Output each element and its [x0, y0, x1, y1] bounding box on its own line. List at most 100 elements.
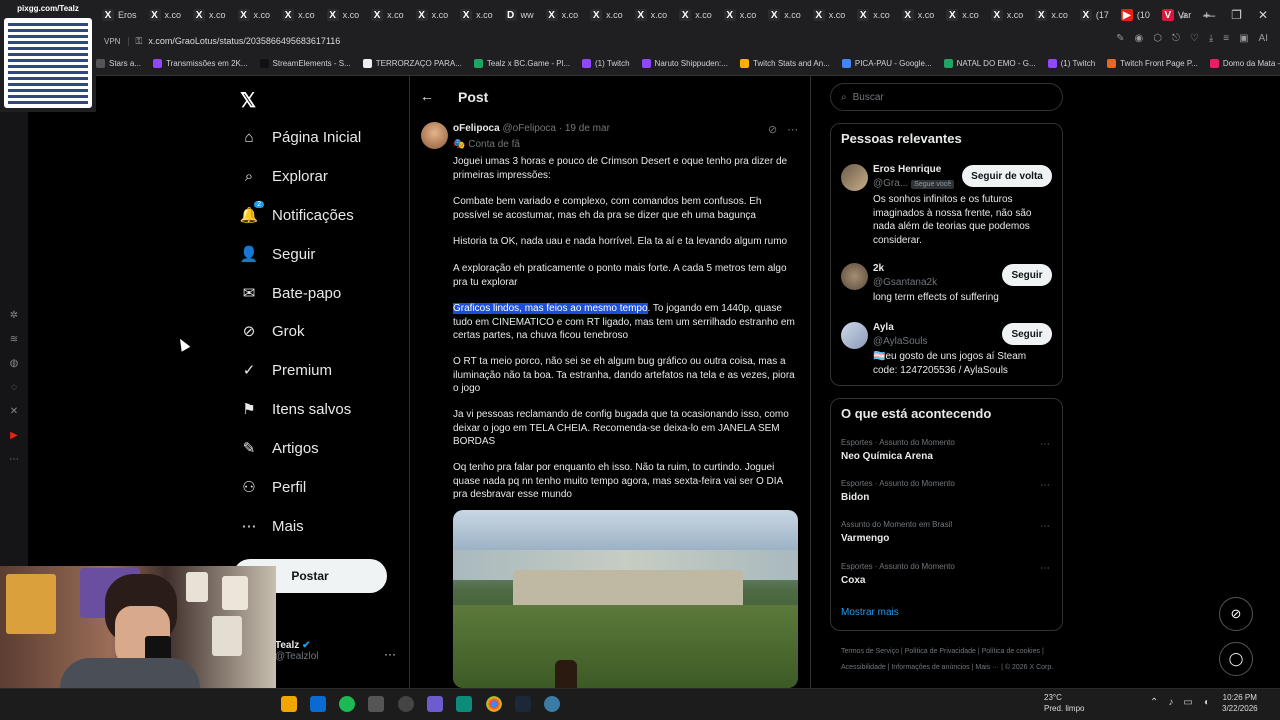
person-avatar[interactable]	[841, 322, 868, 349]
bookmark-item[interactable]: (1) Twitch	[1047, 59, 1095, 68]
bookmark-item[interactable]: PICA-PAU - Google...	[841, 59, 932, 68]
post-image[interactable]	[453, 510, 798, 688]
browser-tab[interactable]: Xx.co	[365, 3, 410, 27]
app3-icon[interactable]	[544, 696, 560, 712]
x-logo-icon[interactable]: 𝕏	[240, 88, 256, 113]
author-name[interactable]: oFelipoca	[453, 123, 500, 134]
bookmark-item[interactable]: NATAL DO EMO - G...	[943, 59, 1036, 68]
trend-name[interactable]: Coxa	[841, 575, 865, 586]
browser-tab[interactable]: Xx.co	[762, 3, 807, 27]
share-icon[interactable]: ⎋	[1172, 33, 1180, 44]
browser-tab[interactable]: Xx.co	[629, 3, 674, 27]
edit-icon[interactable]: ✎	[1116, 33, 1124, 44]
bookmark-item[interactable]: Twitch Front Page P...	[1107, 59, 1198, 68]
nav-item-mais[interactable]: ⋯ Mais	[240, 517, 304, 536]
browser-tab[interactable]: Xx.co	[718, 3, 763, 27]
trend-more-icon[interactable]: ⋯	[1040, 521, 1050, 532]
post-more-icon[interactable]: ⋯	[787, 123, 798, 136]
nav-item-explorar[interactable]: ⌕ Explorar	[240, 167, 328, 185]
trend-more-icon[interactable]: ⋯	[1040, 439, 1050, 450]
footer-link[interactable]: Política de Privacidade	[905, 648, 976, 655]
trend-more-icon[interactable]: ⋯	[1040, 563, 1050, 574]
grok-explain-icon[interactable]: ⊘	[768, 123, 777, 136]
close-window-button[interactable]: ✕	[1258, 8, 1268, 22]
bookmark-item[interactable]: Domo da Mata - Ho...	[1209, 59, 1280, 68]
shield-icon[interactable]: ⬡	[1153, 33, 1162, 44]
nav-item-bate-papo[interactable]: ✉ Bate-papo	[240, 284, 342, 303]
obs-icon[interactable]	[398, 696, 414, 712]
layers-icon[interactable]: ≋	[8, 334, 20, 346]
footer-link[interactable]: Política de cookies	[982, 648, 1040, 655]
browser-tab[interactable]: Xx.co	[940, 3, 985, 27]
bookmark-item[interactable]: (1) Twitch	[582, 59, 630, 68]
outlook-icon[interactable]	[310, 696, 326, 712]
mic-icon[interactable]: ♪	[1168, 697, 1173, 708]
bookmark-item[interactable]: Tealz x BC.Game - Pl...	[473, 59, 570, 68]
steam-icon[interactable]	[515, 696, 531, 712]
messages-fab-button[interactable]: ◯	[1219, 642, 1253, 676]
wallet-icon[interactable]: ▣	[1239, 33, 1248, 44]
browser-tab[interactable]: Dww	[499, 3, 540, 27]
restore-button[interactable]: ❐	[1231, 8, 1242, 22]
nav-item-premium[interactable]: ✓ Premium	[240, 361, 332, 380]
app2-icon[interactable]	[456, 696, 472, 712]
person-avatar[interactable]	[841, 164, 868, 191]
follow-button[interactable]: Seguir	[1002, 323, 1052, 345]
bookmark-item[interactable]: Transmissões em 2K...	[153, 59, 248, 68]
browser-tab[interactable]: Xx.co	[454, 3, 499, 27]
browser-tab[interactable]: Xx.co	[187, 3, 232, 27]
browser-tab[interactable]: Xx.co	[276, 3, 321, 27]
bookmark-item[interactable]: Twitch Stats and An...	[739, 59, 830, 68]
account-switcher[interactable]: Tealz ✔ @Tealzlol	[275, 640, 319, 662]
nav-item-página-inicial[interactable]: ⌂ Página Inicial	[240, 128, 361, 146]
footer-link[interactable]: Mais ···	[975, 664, 999, 671]
browser-tab[interactable]: X Eros	[96, 3, 143, 27]
footer-link[interactable]: Acessibilidade	[841, 664, 886, 671]
footer-link[interactable]: Termos de Serviço	[841, 648, 899, 655]
browser-tab[interactable]: Xx.co	[584, 3, 629, 27]
post-date[interactable]: · 19 de mar	[559, 123, 610, 134]
person-name[interactable]: Eros Henrique	[873, 164, 941, 175]
browser-tab[interactable]: Xx.co	[540, 3, 585, 27]
download-icon[interactable]: ⤓	[1209, 33, 1213, 44]
sidebar-more-icon[interactable]: ⋯	[8, 454, 20, 466]
bookmark-item[interactable]: Naruto Shippuden:...	[641, 59, 728, 68]
heart-icon[interactable]: ♡	[1190, 33, 1199, 44]
trend-name[interactable]: Varmengo	[841, 533, 889, 544]
browser-tab[interactable]: Xx.co	[673, 3, 718, 27]
author-avatar[interactable]	[421, 122, 448, 149]
trend-name[interactable]: Neo Química Arena	[841, 451, 933, 462]
weather-widget[interactable]: 23°C Pred. limpo	[1044, 692, 1084, 714]
back-arrow-icon[interactable]: ←	[420, 88, 434, 104]
trend-name[interactable]: Bidon	[841, 492, 869, 503]
footer-link[interactable]: © 2026 X Corp.	[1005, 664, 1053, 671]
account-more-icon[interactable]: ···	[384, 647, 396, 661]
bookmark-item[interactable]: TERRORZAÇO PARA...	[362, 59, 462, 68]
browser-tab[interactable]: ▶ (10	[1115, 3, 1156, 27]
browser-tab[interactable]: Xx.co	[985, 3, 1030, 27]
ai-sidebar-icon[interactable]: ✲	[8, 310, 20, 322]
person-avatar[interactable]	[841, 263, 868, 290]
bookmark-item[interactable]: StreamElements - S...	[259, 59, 351, 68]
browser-tab[interactable]: Xx.co	[851, 3, 896, 27]
nav-item-itens-salvos[interactable]: ⚑ Itens salvos	[240, 400, 351, 419]
nav-item-notificações[interactable]: 🔔 2 Notificações	[240, 201, 354, 224]
url-field[interactable]: x.com/GraoLotus/status/20358664956836171…	[148, 36, 340, 46]
person-name[interactable]: 2k	[873, 263, 884, 274]
menu-icon[interactable]: ≡	[1223, 33, 1229, 44]
minimize-button[interactable]: —	[1203, 8, 1215, 22]
browser-tab[interactable]: Xx.co	[321, 3, 366, 27]
chrome-icon[interactable]	[486, 696, 502, 712]
browser-tab[interactable]: X (17	[1074, 3, 1115, 27]
messenger-icon[interactable]: ◍	[8, 358, 20, 370]
footer-link[interactable]: Informações de anúncios	[891, 664, 969, 671]
nav-item-artigos[interactable]: ✎ Artigos	[240, 439, 319, 458]
volume-icon[interactable]: ◖	[1203, 697, 1209, 708]
browser-tab[interactable]: Xx.co	[232, 3, 277, 27]
whatsapp-icon[interactable]: ◌	[8, 382, 20, 394]
ai-button[interactable]: AI	[1259, 33, 1268, 44]
search-input[interactable]: ⌕ Buscar	[830, 83, 1063, 111]
x-sidebar-icon[interactable]: ✕	[8, 406, 20, 418]
follow-button[interactable]: Seguir de volta	[962, 165, 1052, 187]
follow-button[interactable]: Seguir	[1002, 264, 1052, 286]
